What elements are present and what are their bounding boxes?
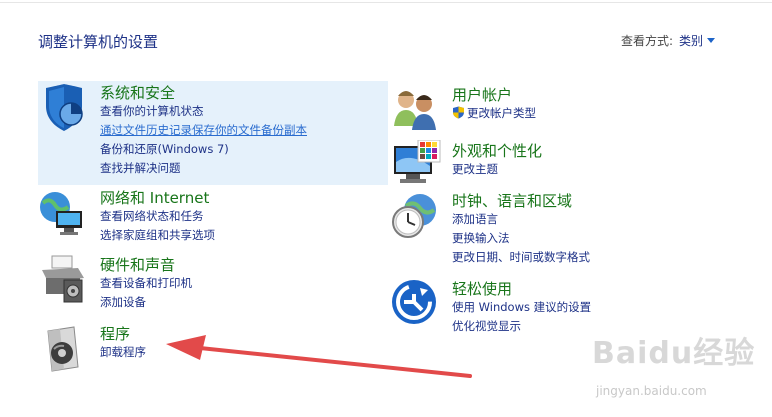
watermark-url: jingyan.baidu.com <box>596 384 707 398</box>
watermark-logo: Baidu经验 <box>592 336 756 371</box>
watermark: Baidu经验 jingyan.baidu.com <box>592 328 762 408</box>
